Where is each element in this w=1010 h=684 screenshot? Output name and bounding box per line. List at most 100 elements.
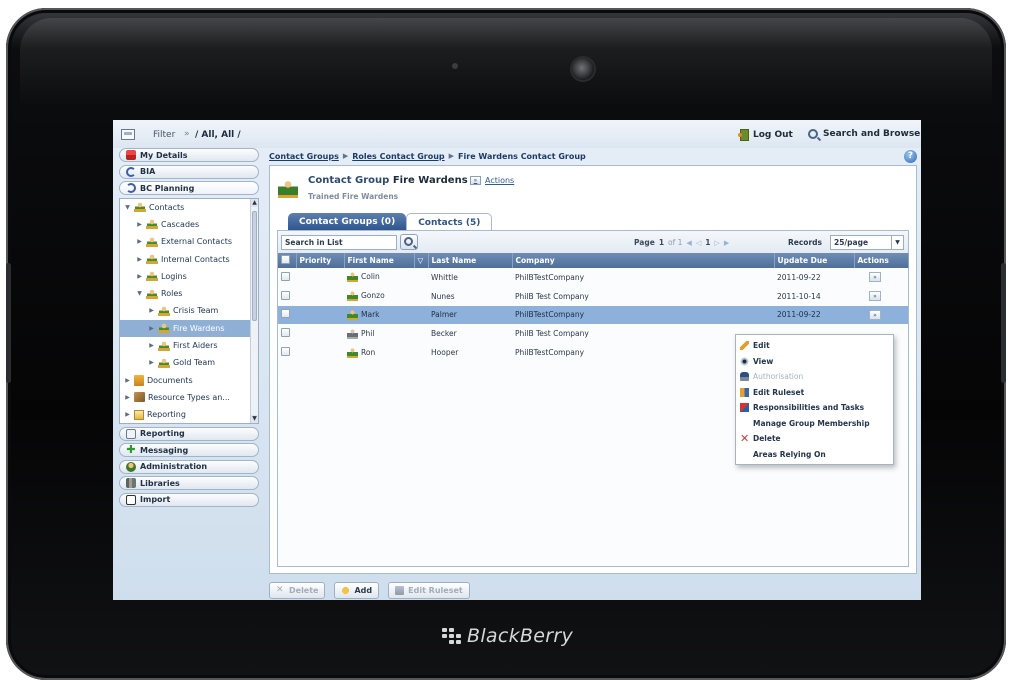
tree-item[interactable]: ▼ Contacts bbox=[120, 199, 258, 216]
row-checkbox[interactable] bbox=[281, 347, 290, 357]
scroll-down-icon[interactable]: ▼ bbox=[251, 414, 258, 423]
menu-item-manage-group-membership[interactable]: Manage Group Membership bbox=[736, 416, 893, 432]
menu-item-responsibilities-and-tasks[interactable]: Responsibilities and Tasks bbox=[736, 400, 893, 416]
next-page-icon[interactable]: ▷ bbox=[714, 239, 719, 247]
delete-button[interactable]: ✕ Delete bbox=[269, 582, 326, 599]
chevron-down-icon[interactable]: » bbox=[184, 129, 190, 139]
row-checkbox[interactable] bbox=[281, 290, 290, 300]
tree-item[interactable]: ▶ Logins bbox=[120, 268, 258, 285]
breadcrumb-roles-contact-group[interactable]: Roles Contact Group bbox=[352, 152, 444, 161]
filter-value[interactable]: / All, All / bbox=[195, 130, 241, 140]
collapsed-arrow-icon[interactable]: ▶ bbox=[124, 377, 131, 384]
nav-administration[interactable]: Administration bbox=[119, 459, 259, 474]
add-button[interactable]: Add bbox=[334, 582, 380, 599]
actions-menu-button[interactable]: » Actions bbox=[470, 176, 514, 185]
row-select-cell[interactable] bbox=[278, 324, 296, 343]
nav-my-details[interactable]: My Details bbox=[119, 148, 259, 162]
tab-contacts[interactable]: Contacts (5) bbox=[406, 213, 493, 231]
first-page-icon[interactable]: ◀ bbox=[686, 239, 691, 247]
nav-reporting[interactable]: Reporting bbox=[119, 426, 259, 441]
nav-label: Import bbox=[140, 495, 171, 504]
filter-panel-icon[interactable] bbox=[121, 129, 135, 140]
row-select-cell[interactable] bbox=[278, 305, 296, 325]
column-header-priority[interactable]: Priority bbox=[296, 253, 345, 268]
tree-scrollbar[interactable]: ▲ ▼ bbox=[250, 198, 258, 423]
ruleset-icon bbox=[395, 586, 405, 595]
collapsed-arrow-icon[interactable]: ▶ bbox=[124, 411, 131, 418]
tree-item[interactable]: ▶ External Contacts bbox=[120, 233, 258, 250]
sort-indicator-icon[interactable]: ▽ bbox=[414, 253, 429, 268]
row-select-cell[interactable] bbox=[278, 268, 296, 287]
menu-item-view[interactable]: View bbox=[736, 354, 893, 370]
last-page-icon[interactable]: ▶ bbox=[724, 239, 729, 247]
breadcrumb-contact-groups[interactable]: Contact Groups bbox=[269, 152, 339, 161]
tree-item[interactable]: ▶ Internal Contacts bbox=[120, 250, 258, 267]
expanded-arrow-icon[interactable]: ▼ bbox=[124, 204, 131, 211]
select-all-header[interactable] bbox=[278, 253, 297, 268]
prev-page-icon[interactable]: ◁ bbox=[696, 239, 701, 247]
filter-label[interactable]: Filter bbox=[153, 130, 175, 140]
row-checkbox[interactable] bbox=[281, 271, 290, 281]
nav-bia[interactable]: BIA bbox=[119, 164, 259, 179]
tree-item[interactable]: ▶ Gold Team bbox=[120, 354, 258, 371]
tree-item[interactable]: ▶ Fire Wardens bbox=[120, 319, 250, 337]
search-input[interactable]: Search in List bbox=[281, 235, 397, 250]
nav-bc-planning[interactable]: BC Planning bbox=[119, 181, 259, 195]
page-number-field[interactable]: 1 bbox=[705, 238, 710, 247]
table-row[interactable]: Mark Palmer PhilBTestCompany 2011-09-22 » bbox=[278, 305, 908, 325]
search-button[interactable] bbox=[400, 234, 418, 250]
collapsed-arrow-icon[interactable]: ▶ bbox=[148, 359, 155, 366]
nav-messaging[interactable]: ✚ Messaging bbox=[119, 443, 259, 457]
first-name-cell: Mark bbox=[344, 305, 428, 325]
help-icon[interactable]: ? bbox=[904, 150, 917, 163]
table-row[interactable]: Gonzo Nunes PhilB Test Company 2011-10-14 » bbox=[278, 287, 908, 306]
menu-item-edit-ruleset[interactable]: Edit Ruleset bbox=[736, 385, 893, 401]
row-actions-button[interactable]: » bbox=[869, 309, 881, 320]
tree-item[interactable]: ▶ Cascades bbox=[120, 216, 258, 233]
nav-libraries[interactable]: Libraries bbox=[119, 476, 259, 490]
row-select-cell[interactable] bbox=[278, 287, 296, 306]
row-actions-button[interactable]: » bbox=[869, 272, 881, 283]
scroll-up-icon[interactable]: ▲ bbox=[251, 198, 258, 207]
column-header-first-name[interactable]: First Name bbox=[344, 253, 415, 268]
collapsed-arrow-icon[interactable]: ▶ bbox=[136, 238, 143, 245]
select-all-checkbox[interactable] bbox=[281, 255, 290, 264]
collapsed-arrow-icon[interactable]: ▶ bbox=[148, 342, 155, 349]
tab-contact-groups[interactable]: Contact Groups (0) bbox=[288, 213, 407, 230]
last-name-cell: Nunes bbox=[431, 291, 455, 301]
row-checkbox[interactable] bbox=[281, 328, 290, 338]
search-browse-button[interactable]: Search and Browse bbox=[808, 129, 920, 139]
collapsed-arrow-icon[interactable]: ▶ bbox=[136, 256, 143, 263]
tree-item[interactable]: ▼ Roles bbox=[120, 285, 258, 302]
collapsed-arrow-icon[interactable]: ▶ bbox=[136, 221, 143, 228]
tree-item[interactable]: ▶ Documents bbox=[120, 371, 258, 388]
collapsed-arrow-icon[interactable]: ▶ bbox=[124, 394, 131, 401]
records-value: 25/page bbox=[834, 238, 869, 247]
column-header-company[interactable]: Company bbox=[512, 253, 775, 268]
scroll-thumb[interactable] bbox=[252, 210, 257, 321]
row-select-cell[interactable] bbox=[278, 343, 296, 362]
edit-ruleset-button[interactable]: Edit Ruleset bbox=[388, 582, 470, 599]
menu-item-authorisation[interactable]: Authorisation bbox=[736, 369, 893, 385]
menu-item-delete[interactable]: ✕ Delete bbox=[736, 431, 893, 447]
nav-import[interactable]: Import bbox=[119, 492, 259, 507]
tree-item[interactable]: ▶ First Aiders bbox=[120, 337, 258, 354]
dropdown-arrow-icon[interactable]: ▼ bbox=[891, 236, 903, 249]
collapsed-arrow-icon[interactable]: ▶ bbox=[148, 307, 155, 314]
collapsed-arrow-icon[interactable]: ▶ bbox=[136, 273, 143, 280]
column-header-update-due[interactable]: Update Due bbox=[774, 253, 855, 268]
column-header-last-name[interactable]: Last Name bbox=[428, 253, 513, 268]
menu-item-edit[interactable]: Edit bbox=[736, 338, 893, 354]
row-checkbox[interactable] bbox=[281, 309, 290, 319]
table-row[interactable]: Colin Whittle PhilBTestCompany 2011-09-22 » bbox=[278, 268, 908, 287]
collapsed-arrow-icon[interactable]: ▶ bbox=[148, 325, 155, 332]
logout-button[interactable]: Log Out bbox=[738, 129, 793, 141]
row-actions-button[interactable]: » bbox=[869, 291, 881, 302]
records-per-page-select[interactable]: 25/page ▼ bbox=[830, 235, 904, 250]
tree-item[interactable]: ▶ Resource Types an... bbox=[120, 389, 258, 406]
book-icon bbox=[126, 150, 136, 160]
menu-item-areas-relying-on[interactable]: Areas Relying On bbox=[736, 447, 893, 463]
tree-item[interactable]: ▶ Crisis Team bbox=[120, 302, 258, 319]
expanded-arrow-icon[interactable]: ▼ bbox=[136, 290, 143, 297]
tree-item[interactable]: ▶ Reporting bbox=[120, 406, 258, 422]
